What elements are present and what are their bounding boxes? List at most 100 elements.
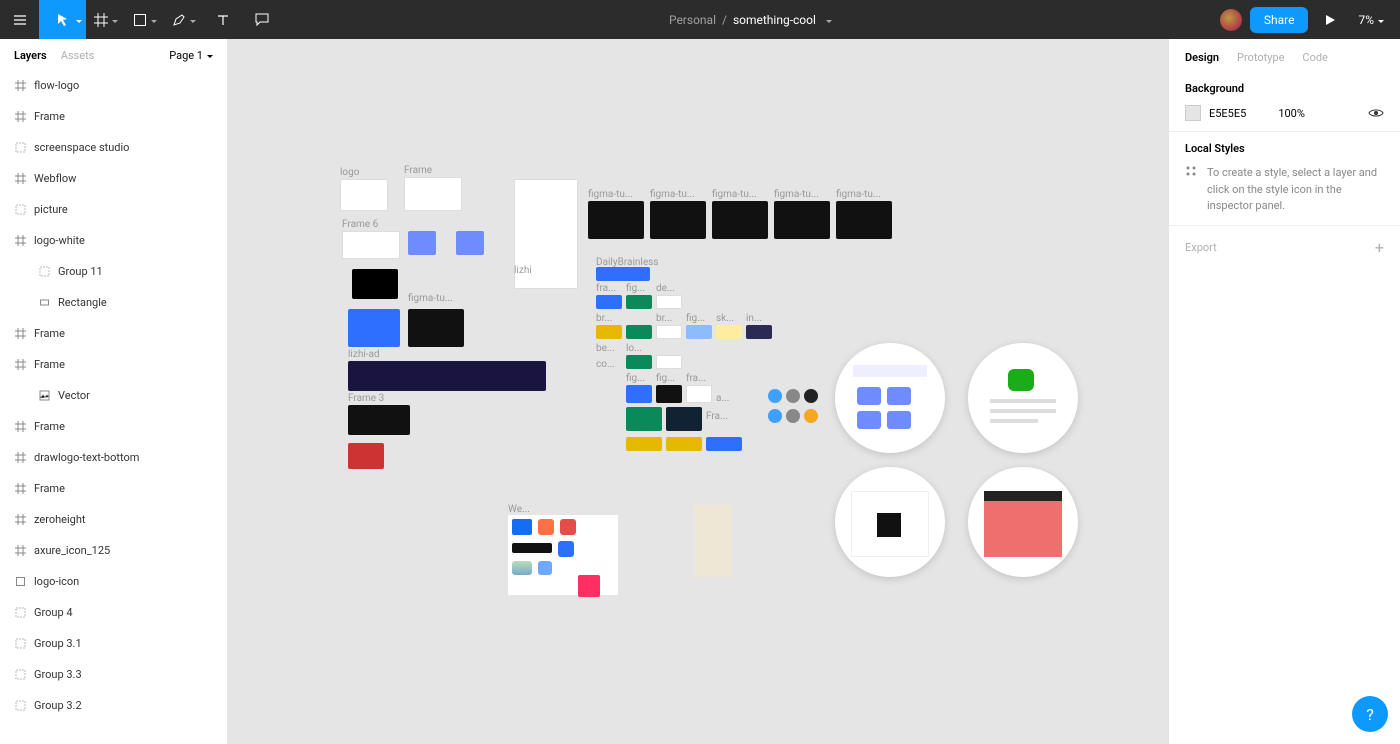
canvas-object[interactable]: [352, 269, 398, 299]
canvas-object[interactable]: [774, 201, 830, 239]
canvas-frame-label[interactable]: br...: [656, 313, 672, 324]
canvas-frame-label[interactable]: fig...: [626, 373, 645, 384]
canvas-object[interactable]: [835, 467, 945, 577]
layer-row[interactable]: Frame: [0, 473, 227, 504]
canvas-object[interactable]: [340, 179, 388, 211]
canvas-frame-label[interactable]: fra...: [686, 373, 706, 384]
pen-tool-button[interactable]: [164, 0, 203, 39]
canvas-frame-label[interactable]: figma-tu...: [836, 189, 881, 200]
canvas-object[interactable]: [650, 201, 706, 239]
avatar[interactable]: [1220, 9, 1242, 31]
canvas-object[interactable]: [408, 231, 436, 255]
tab-assets[interactable]: Assets: [61, 49, 95, 62]
frame-tool-button[interactable]: [86, 0, 125, 39]
canvas-object[interactable]: [408, 309, 464, 347]
canvas-object[interactable]: [348, 443, 384, 469]
canvas-frame-label[interactable]: lo...: [626, 343, 642, 354]
layer-row[interactable]: logo-icon: [0, 566, 227, 597]
canvas-object[interactable]: [686, 325, 712, 339]
move-tool-button[interactable]: [39, 0, 86, 39]
canvas-frame-label[interactable]: figma-tu...: [650, 189, 695, 200]
canvas-object[interactable]: [706, 437, 742, 451]
canvas-frame-label[interactable]: a...: [716, 393, 729, 404]
canvas-object[interactable]: [656, 325, 682, 339]
shape-tool-button[interactable]: [125, 0, 164, 39]
file-name[interactable]: something-cool: [733, 13, 816, 27]
canvas-frame-label[interactable]: fig...: [656, 373, 675, 384]
share-button[interactable]: Share: [1250, 7, 1309, 33]
canvas-object[interactable]: [348, 361, 546, 391]
canvas-object[interactable]: [626, 295, 652, 309]
canvas-object[interactable]: [768, 389, 782, 403]
layer-row[interactable]: Webflow: [0, 163, 227, 194]
canvas-frame-label[interactable]: We...: [508, 504, 530, 515]
canvas-frame-label[interactable]: co...: [596, 359, 615, 370]
canvas-object[interactable]: [968, 467, 1078, 577]
canvas-frame-label[interactable]: fra...: [596, 283, 616, 294]
canvas-frame-label[interactable]: figma-tu...: [588, 189, 633, 200]
canvas-frame-label[interactable]: fig...: [686, 313, 705, 324]
canvas-object[interactable]: [626, 385, 652, 403]
canvas-object[interactable]: [712, 201, 768, 239]
canvas-object[interactable]: [456, 231, 484, 255]
layer-row[interactable]: drawlogo-text-bottom: [0, 442, 227, 473]
layer-row[interactable]: picture: [0, 194, 227, 225]
canvas-object[interactable]: [835, 343, 945, 453]
visibility-toggle[interactable]: [1368, 108, 1384, 118]
canvas-object[interactable]: [588, 201, 644, 239]
canvas-object[interactable]: [508, 515, 618, 595]
layer-row[interactable]: screenspace studio: [0, 132, 227, 163]
canvas-object[interactable]: [656, 295, 682, 309]
canvas-frame-label[interactable]: lizhi-ad: [348, 349, 380, 360]
tab-prototype[interactable]: Prototype: [1237, 51, 1284, 64]
canvas-object[interactable]: [686, 385, 712, 403]
canvas-frame-label[interactable]: figma-tu...: [712, 189, 757, 200]
canvas-frame-label[interactable]: Fra...: [706, 411, 728, 422]
layer-row[interactable]: Group 3.1: [0, 628, 227, 659]
canvas-frame-label[interactable]: lizhi: [514, 265, 532, 276]
canvas-frame-label[interactable]: Frame 3: [348, 393, 384, 404]
tab-design[interactable]: Design: [1185, 51, 1219, 64]
canvas-object[interactable]: [626, 407, 662, 431]
canvas-object[interactable]: [768, 409, 782, 423]
layer-row[interactable]: Group 4: [0, 597, 227, 628]
canvas-object[interactable]: [804, 389, 818, 403]
canvas-frame-label[interactable]: br...: [596, 313, 612, 324]
layer-row[interactable]: Frame: [0, 411, 227, 442]
canvas-object[interactable]: [666, 407, 702, 431]
canvas-frame-label[interactable]: fig...: [626, 283, 645, 294]
canvas-object[interactable]: [716, 325, 742, 339]
canvas-object[interactable]: [626, 437, 662, 451]
present-button[interactable]: [1316, 0, 1344, 39]
tab-layers[interactable]: Layers: [14, 49, 47, 62]
color-hex-input[interactable]: E5E5E5: [1209, 107, 1246, 120]
main-menu-button[interactable]: [0, 0, 39, 39]
breadcrumb-space[interactable]: Personal: [669, 13, 716, 27]
canvas-frame-label[interactable]: be...: [596, 343, 615, 354]
canvas-object[interactable]: [626, 325, 652, 339]
canvas[interactable]: logo Frame Frame 6 figma-tu... lizhi-ad …: [228, 39, 1168, 744]
canvas-object[interactable]: [342, 231, 400, 259]
canvas-frame-label[interactable]: Frame: [404, 165, 432, 176]
canvas-frame-label[interactable]: figma-tu...: [774, 189, 819, 200]
zoom-level[interactable]: 7%: [1352, 13, 1390, 27]
layer-row[interactable]: zeroheight: [0, 504, 227, 535]
layer-row[interactable]: Group 11: [0, 256, 227, 287]
canvas-object[interactable]: [804, 409, 818, 423]
canvas-object[interactable]: [348, 309, 400, 347]
canvas-object[interactable]: [348, 405, 410, 435]
canvas-object[interactable]: [596, 295, 622, 309]
canvas-object[interactable]: [656, 385, 682, 403]
layer-row[interactable]: logo-white: [0, 225, 227, 256]
color-swatch[interactable]: [1185, 105, 1201, 121]
canvas-object[interactable]: [578, 575, 600, 597]
canvas-object[interactable]: [596, 325, 622, 339]
layer-row[interactable]: Frame: [0, 349, 227, 380]
chevron-down-icon[interactable]: [822, 13, 832, 27]
layer-row[interactable]: Frame: [0, 318, 227, 349]
layer-row[interactable]: axure_icon_125: [0, 535, 227, 566]
canvas-object[interactable]: [404, 177, 462, 211]
canvas-object[interactable]: [786, 389, 800, 403]
help-button[interactable]: ?: [1352, 696, 1388, 732]
color-opacity-input[interactable]: 100%: [1278, 107, 1305, 120]
